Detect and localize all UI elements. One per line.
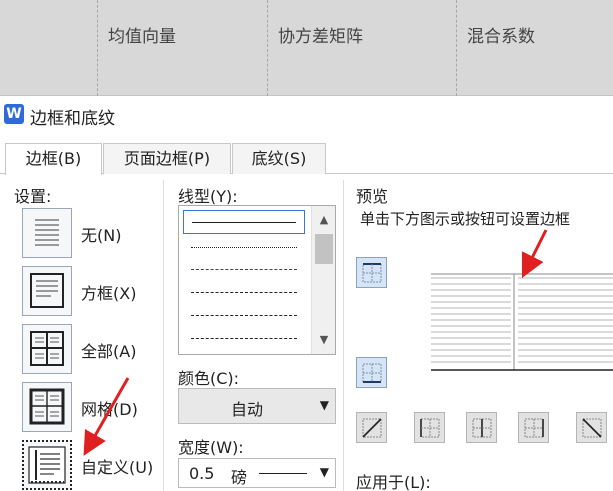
border-custom-icon (22, 440, 72, 490)
column-divider (343, 180, 344, 491)
setting-custom[interactable]: 自定义(U) (22, 440, 162, 491)
line-style-scrollbar[interactable]: ▲ ▼ (311, 206, 335, 354)
border-top-icon (362, 263, 382, 283)
setting-label: 方框(X) (81, 284, 137, 303)
preview-document-lines (431, 273, 613, 371)
width-line-sample (259, 473, 307, 474)
line-style-label: 线型(Y): (178, 187, 238, 206)
diagonal-down-icon (582, 418, 602, 438)
border-none-icon (22, 208, 72, 258)
dialog-title: 边框和底纹 (30, 109, 115, 129)
line-style-dashed[interactable] (183, 281, 305, 305)
scroll-down-icon[interactable]: ▼ (312, 330, 336, 350)
line-style-dashed-fine[interactable] (183, 258, 305, 282)
chevron-down-icon: ▼ (319, 398, 329, 412)
chevron-down-icon: ▼ (319, 465, 329, 479)
right-border-button[interactable] (518, 412, 549, 443)
preview-label: 预览 (356, 187, 389, 206)
bottom-border-button[interactable] (356, 357, 387, 388)
width-label: 宽度(W): (178, 438, 244, 457)
setting-none[interactable]: 无(N) (22, 208, 162, 260)
document-table-header: 均值向量 协方差矩阵 混合系数 (0, 0, 613, 96)
border-inside-vertical-icon (472, 418, 492, 438)
width-dropdown[interactable]: 0.5 磅 ▼ (178, 458, 336, 488)
table-header-cell: 混合系数 (456, 0, 613, 96)
wps-writer-icon: W (4, 104, 24, 124)
table-header-cell: 协方差矩阵 (267, 0, 456, 96)
tab-borders[interactable]: 边框(B) (5, 143, 102, 175)
color-label: 颜色(C): (178, 369, 240, 388)
tab-page-border[interactable]: 页面边框(P) (103, 143, 231, 174)
color-dropdown[interactable]: 自动 ▼ (178, 388, 336, 424)
setting-label: 自定义(U) (81, 458, 154, 477)
border-box-icon (22, 266, 72, 316)
width-value: 0.5 (189, 464, 215, 483)
width-unit: 磅 (231, 468, 248, 487)
setting-label: 全部(A) (81, 342, 137, 361)
scroll-thumb[interactable] (315, 234, 333, 264)
border-right-icon (524, 418, 544, 438)
line-style-dotted[interactable] (183, 236, 305, 260)
color-value: 自动 (230, 400, 263, 419)
settings-label: 设置: (14, 187, 52, 206)
diagonal-up-icon (362, 418, 382, 438)
border-preview-area[interactable] (431, 272, 613, 372)
setting-box[interactable]: 方框(X) (22, 266, 162, 318)
column-divider (163, 180, 164, 491)
preview-hint: 单击下方图示或按钮可设置边框 (360, 210, 571, 228)
border-bottom-icon (362, 363, 382, 383)
top-border-button[interactable] (356, 257, 387, 288)
inside-vertical-button[interactable] (466, 412, 497, 443)
left-border-button[interactable] (414, 412, 445, 443)
apply-to-label: 应用于(L): (356, 473, 431, 491)
tab-bar: 边框(B) 页面边框(P) 底纹(S) (0, 140, 613, 175)
border-grid-icon (22, 382, 72, 432)
border-all-icon (22, 324, 72, 374)
table-header-cell: 均值向量 (97, 0, 267, 96)
border-left-icon (420, 418, 440, 438)
line-style-list[interactable]: ▲ ▼ (178, 205, 336, 355)
setting-label: 无(N) (81, 226, 122, 245)
setting-grid[interactable]: 网格(D) (22, 382, 162, 434)
diagonal-up-button[interactable] (356, 412, 387, 443)
dialog-title-bar: W 边框和底纹 (0, 96, 613, 132)
setting-label: 网格(D) (81, 400, 138, 419)
line-style-solid[interactable] (183, 210, 305, 234)
line-style-dash-dot-dot[interactable] (183, 327, 305, 351)
line-style-dash-dot[interactable] (183, 304, 305, 328)
setting-all[interactable]: 全部(A) (22, 324, 162, 376)
tab-shading[interactable]: 底纹(S) (232, 143, 326, 174)
diagonal-down-button[interactable] (576, 412, 607, 443)
scroll-up-icon[interactable]: ▲ (312, 210, 336, 230)
